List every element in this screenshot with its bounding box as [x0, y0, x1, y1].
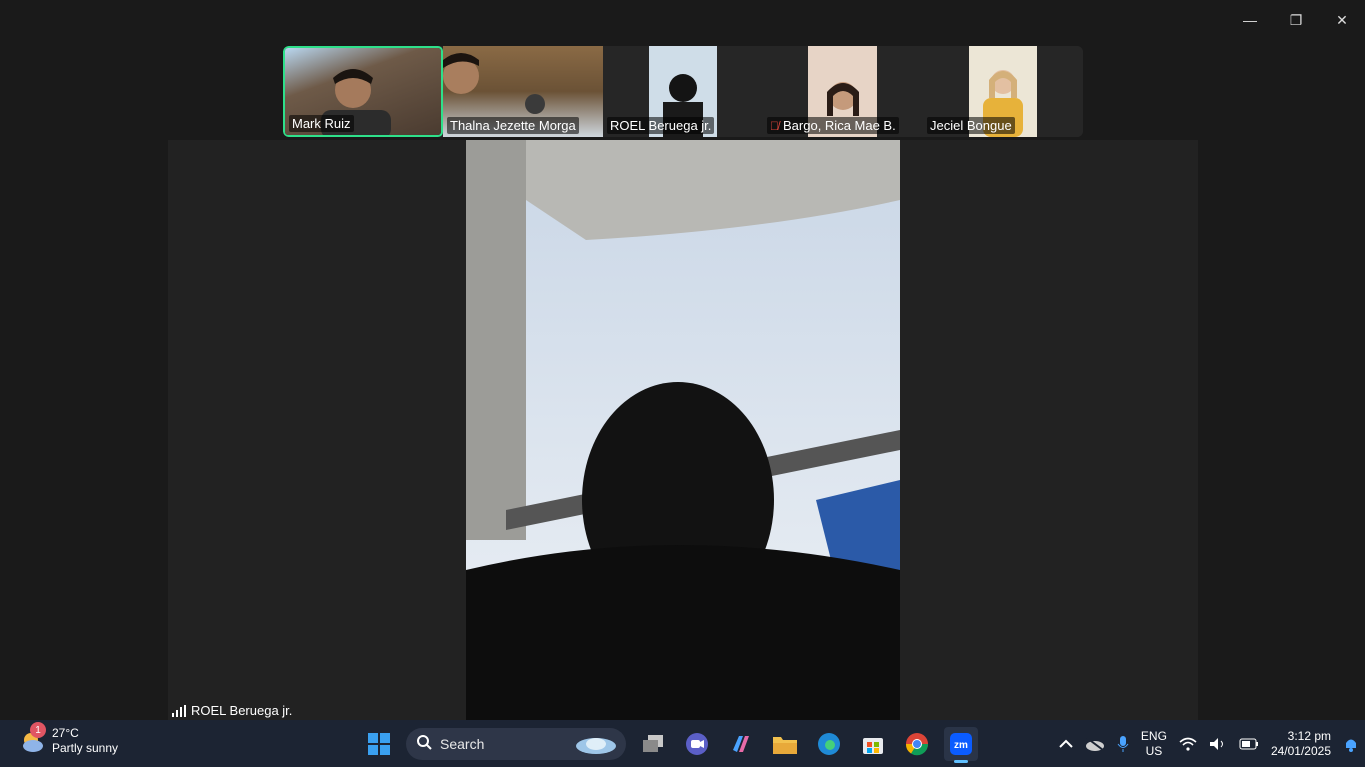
participant-name-label: Thalna Jezette Morga: [447, 117, 579, 134]
participant-tile-mark-ruiz[interactable]: Mark Ruiz: [283, 46, 443, 137]
weather-temperature: 27°C: [52, 726, 79, 740]
task-view-icon[interactable]: [636, 727, 670, 761]
svg-text:zm: zm: [954, 740, 968, 751]
partly-sunny-icon: 1: [18, 722, 46, 754]
microphone-muted-icon: 🎙̸: [770, 118, 779, 133]
minimize-button[interactable]: —: [1227, 0, 1273, 40]
system-tray: ENG US 3:12 pm 24/01/2025: [1053, 720, 1365, 767]
edge-browser-icon[interactable]: [812, 727, 846, 761]
zoom-app-icon[interactable]: zm: [944, 726, 978, 763]
windows-start-icon[interactable]: [362, 727, 396, 761]
participant-tile-jeciel[interactable]: Jeciel Bongue: [923, 46, 1083, 137]
participant-tile-thalna[interactable]: Thalna Jezette Morga: [443, 46, 603, 137]
search-box[interactable]: Search: [406, 727, 626, 760]
participant-name-label: ROEL Beruega jr.: [607, 117, 715, 134]
window-controls: — ❐ ✕: [1227, 0, 1365, 40]
clock[interactable]: 3:12 pm 24/01/2025: [1265, 720, 1337, 767]
active-speaker-video[interactable]: [466, 140, 900, 720]
participant-tile-roel[interactable]: ROEL Beruega jr.: [603, 46, 763, 137]
meet-video-icon[interactable]: [680, 727, 714, 761]
copilot-icon[interactable]: [724, 727, 758, 761]
weather-widget[interactable]: 1 27°C Partly sunny: [18, 722, 119, 756]
language-indicator[interactable]: ENG US: [1135, 720, 1173, 767]
search-placeholder: Search: [440, 735, 485, 752]
participant-strip: Mark Ruiz Thalna Jezette Morga ROEL Beru…: [283, 46, 1083, 137]
active-speaker-stage: ROEL Beruega jr.: [168, 140, 1198, 720]
volume-icon[interactable]: [1203, 720, 1233, 767]
restore-button[interactable]: ❐: [1273, 0, 1319, 40]
taskbar-apps: Search zm: [362, 725, 978, 763]
microsoft-store-icon[interactable]: [856, 727, 890, 761]
notification-bell-icon[interactable]: [1337, 720, 1365, 767]
participant-tile-bargo[interactable]: 🎙̸ Bargo, Rica Mae B.: [763, 46, 923, 137]
region-code: US: [1145, 743, 1163, 758]
search-icon: [416, 734, 432, 753]
file-explorer-icon[interactable]: [768, 727, 802, 761]
microphone-icon[interactable]: [1111, 720, 1135, 767]
zoom-meeting-window: — ❐ ✕ Mark Ruiz Thalna Jezette Morga ROE…: [0, 0, 1365, 720]
wifi-icon[interactable]: [1173, 720, 1203, 767]
participant-name-label: Jeciel Bongue: [927, 117, 1015, 134]
chrome-icon[interactable]: [900, 727, 934, 761]
speaker-name-label: ROEL Beruega jr.: [172, 703, 292, 718]
language-code: ENG: [1140, 728, 1167, 743]
clock-time: 3:12 pm: [1287, 728, 1331, 743]
participant-name-label: 🎙̸ Bargo, Rica Mae B.: [767, 117, 899, 134]
notification-badge: 1: [30, 722, 46, 738]
participant-name-label: Mark Ruiz: [289, 115, 354, 132]
taskbar: 1 27°C Partly sunny Search zm ENG US 3:1…: [0, 720, 1365, 767]
chevron-up-icon[interactable]: [1053, 720, 1079, 767]
onedrive-offline-icon[interactable]: [1079, 720, 1111, 767]
signal-strength-icon: [172, 704, 186, 717]
battery-icon[interactable]: [1233, 720, 1265, 767]
search-highlight-icon: [574, 732, 618, 759]
close-button[interactable]: ✕: [1319, 0, 1365, 40]
weather-condition: Partly sunny: [52, 741, 119, 755]
speaker-video-image: [466, 140, 900, 720]
clock-date: 24/01/2025: [1270, 743, 1331, 758]
